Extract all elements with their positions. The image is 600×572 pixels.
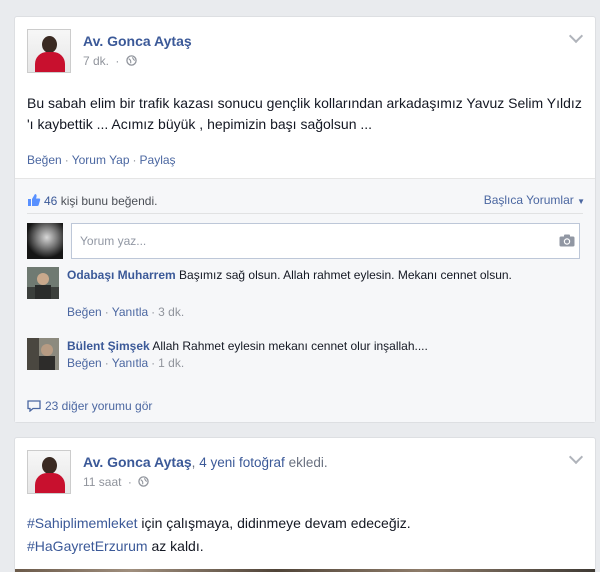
commenter-avatar[interactable]	[27, 267, 59, 299]
comment-text: Başımız sağ olsun. Allah rahmet eylesin.…	[179, 268, 512, 282]
photos-link[interactable]: 4 yeni fotoğraf	[199, 455, 285, 470]
comment-body: Odabaşı Muharrem Başımız sağ olsun. Alla…	[67, 265, 577, 285]
post-meta: 7 dk. ·	[83, 54, 137, 68]
comments-section: 46 kişi bunu beğendi. Başlıca Yorumlar ▼…	[15, 178, 595, 422]
commenter-name[interactable]: Bülent Şimşek	[67, 339, 150, 353]
camera-icon[interactable]	[559, 234, 575, 247]
comment-actions: Beğen · Yanıtla · 3 dk.	[67, 305, 185, 319]
divider	[27, 213, 583, 214]
more-comments-label: 23 diğer yorumu gör	[45, 399, 153, 413]
current-user-avatar	[27, 223, 63, 259]
post-card: Av. Gonca Aytaş, 4 yeni fotoğraf ekledi.…	[14, 437, 596, 572]
post-text: Bu sabah elim bir trafik kazası sonucu g…	[27, 95, 582, 132]
comment-input[interactable]	[71, 223, 580, 259]
post-headline: Av. Gonca Aytaş, 4 yeni fotoğraf ekledi.	[83, 454, 328, 470]
author-name[interactable]: Av. Gonca Aytaş	[83, 33, 192, 49]
chevron-down-icon[interactable]	[568, 449, 584, 465]
comment-sort-label: Başlıca Yorumlar	[483, 193, 574, 207]
thumbs-up-icon	[28, 194, 41, 206]
view-more-comments[interactable]: 23 diğer yorumu gör	[27, 399, 152, 413]
comment-reply-button[interactable]: Yanıtla	[112, 356, 148, 370]
caret-down-icon: ▼	[577, 197, 585, 206]
comment-actions: Beğen · Yanıtla · 1 dk.	[67, 356, 185, 370]
share-button[interactable]: Paylaş	[140, 153, 176, 167]
comment-item: Bülent Şimşek Allah Rahmet eylesin mekan…	[27, 336, 583, 376]
author-name[interactable]: Av. Gonca Aytaş	[83, 454, 192, 470]
commenter-name[interactable]: Odabaşı Muharrem	[67, 268, 176, 282]
comment-bubble-icon	[27, 400, 41, 412]
author-avatar[interactable]	[27, 450, 71, 494]
author-avatar[interactable]	[27, 29, 71, 73]
action-text: ekledi.	[288, 455, 328, 470]
comment-like-button[interactable]: Beğen	[67, 356, 102, 370]
comment-item: Odabaşı Muharrem Başımız sağ olsun. Alla…	[27, 265, 583, 325]
likes-text: kişi bunu beğendi.	[60, 194, 158, 208]
post-time[interactable]: 7 dk.	[83, 54, 109, 68]
post-time[interactable]: 11 saat	[83, 475, 121, 489]
globe-icon[interactable]	[138, 476, 149, 487]
comment-text: Allah Rahmet eylesin mekanı cennet olur …	[152, 339, 428, 353]
post-text-part: için çalışmaya, didinmeye devam edeceğiz…	[141, 515, 411, 531]
post-meta: 11 saat ·	[83, 475, 149, 489]
likes-summary[interactable]: 46 kişi bunu beğendi.	[27, 193, 157, 208]
comment-reply-button[interactable]: Yanıtla	[112, 305, 148, 319]
globe-icon[interactable]	[125, 55, 137, 66]
post-text-part: az kaldı.	[151, 538, 204, 554]
like-button[interactable]: Beğen	[27, 153, 62, 167]
comment-like-button[interactable]: Beğen	[67, 305, 102, 319]
likes-count[interactable]: 46	[44, 194, 57, 208]
comment-time[interactable]: 1 dk.	[158, 356, 184, 370]
comment-body: Bülent Şimşek Allah Rahmet eylesin mekan…	[67, 336, 577, 356]
post-actions: Beğen · Yorum Yap · Paylaş	[27, 153, 176, 167]
comment-time[interactable]: 3 dk.	[158, 305, 184, 319]
hashtag-link[interactable]: #Sahiplimemleket	[27, 515, 138, 531]
comment-button[interactable]: Yorum Yap	[72, 153, 130, 167]
post-card: Av. Gonca Aytaş 7 dk. · Bu sabah elim bi…	[14, 16, 596, 423]
post-text: #Sahiplimemleket için çalışmaya, didinme…	[27, 512, 583, 558]
comment-sort-dropdown[interactable]: Başlıca Yorumlar ▼	[484, 193, 585, 207]
hashtag-link[interactable]: #HaGayretErzurum	[27, 538, 148, 554]
chevron-down-icon[interactable]	[568, 28, 584, 44]
commenter-avatar[interactable]	[27, 338, 59, 370]
comment-composer	[27, 223, 583, 259]
